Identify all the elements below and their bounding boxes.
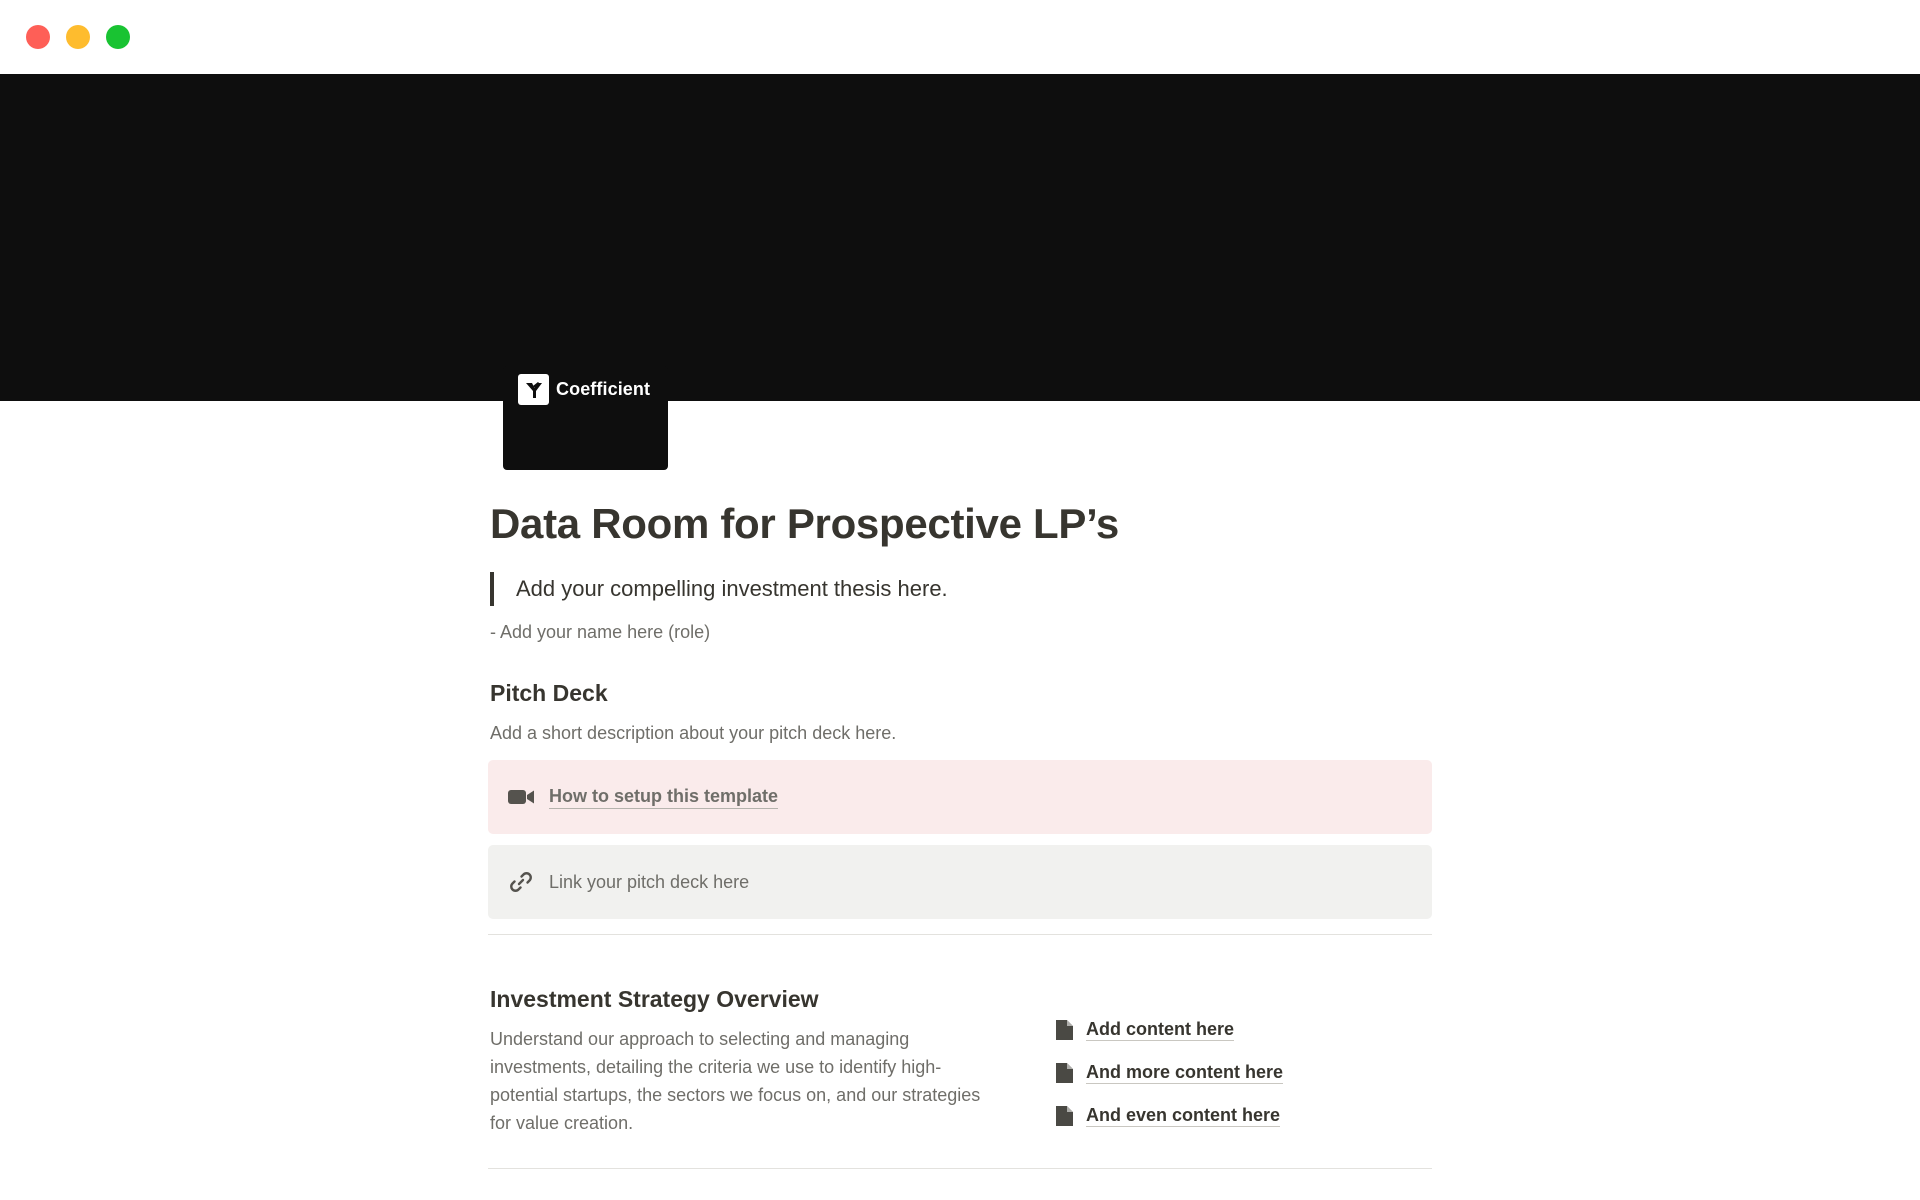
strategy-links-list: Add content here And more content here A… — [1053, 1008, 1284, 1137]
link-icon — [506, 867, 536, 897]
page-link[interactable]: Add content here — [1053, 1008, 1283, 1051]
page-link[interactable]: And more content here — [1053, 1051, 1284, 1094]
document-icon — [1053, 1018, 1075, 1042]
page-link-label[interactable]: Add content here — [1086, 1018, 1235, 1041]
video-camera-icon — [506, 782, 536, 812]
zoom-window-button[interactable] — [106, 25, 130, 49]
page-icon[interactable]: Coefficient — [503, 366, 668, 470]
setup-template-link[interactable]: How to setup this template — [549, 786, 779, 809]
pitch-deck-link-placeholder[interactable]: Link your pitch deck here — [549, 872, 749, 893]
investment-strategy-heading[interactable]: Investment Strategy Overview — [490, 986, 819, 1013]
page-link[interactable]: And even content here — [1053, 1094, 1283, 1137]
quote-attribution[interactable]: - Add your name here (role) — [490, 622, 710, 643]
thesis-quote[interactable]: Add your compelling investment thesis he… — [490, 572, 948, 606]
document-icon — [1053, 1104, 1075, 1128]
coefficient-logo-icon — [518, 374, 549, 405]
minimize-window-button[interactable] — [66, 25, 90, 49]
brand-name: Coefficient — [556, 379, 651, 399]
pitch-deck-link-callout[interactable]: Link your pitch deck here — [488, 845, 1432, 919]
page-link-label[interactable]: And more content here — [1086, 1061, 1284, 1084]
brand-logo: Coefficient — [518, 374, 650, 405]
page-title[interactable]: Data Room for Prospective LP’s — [490, 500, 1119, 548]
window-titlebar — [0, 0, 1920, 74]
divider — [488, 1168, 1432, 1169]
document-icon — [1053, 1061, 1075, 1085]
pitch-deck-heading[interactable]: Pitch Deck — [490, 680, 608, 707]
page-link-label[interactable]: And even content here — [1086, 1104, 1281, 1127]
divider — [488, 934, 1432, 935]
page-cover[interactable] — [0, 74, 1920, 401]
pitch-deck-description[interactable]: Add a short description about your pitch… — [490, 723, 896, 744]
investment-strategy-description[interactable]: Understand our approach to selecting and… — [490, 1025, 1000, 1137]
close-window-button[interactable] — [26, 25, 50, 49]
setup-video-callout[interactable]: How to setup this template — [488, 760, 1432, 834]
